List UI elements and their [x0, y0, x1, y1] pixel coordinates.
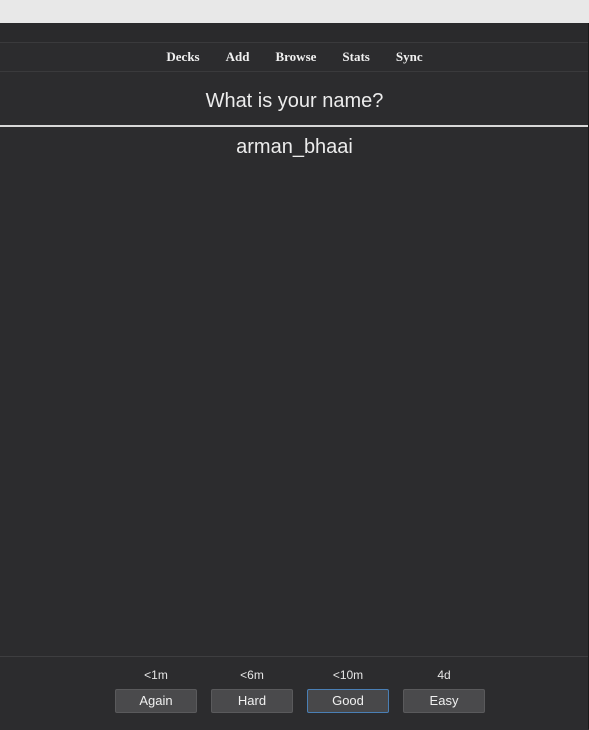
- hard-button[interactable]: Hard: [211, 689, 293, 713]
- again-interval: <1m: [144, 668, 168, 682]
- card-question: What is your name?: [205, 90, 384, 112]
- good-button[interactable]: Good: [307, 689, 389, 713]
- again-button[interactable]: Again: [115, 689, 197, 713]
- toolbar-add-link[interactable]: Add: [226, 49, 250, 65]
- card-answer: arman_bhaai: [236, 136, 353, 158]
- card-view: What is your name? arman_bhaai: [0, 72, 589, 656]
- easy-interval: 4d: [437, 668, 451, 682]
- ease-good: <10m Good: [307, 667, 389, 713]
- hard-interval: <6m: [240, 668, 264, 682]
- ease-again: <1m Again: [115, 667, 197, 713]
- ease-hard: <6m Hard: [211, 667, 293, 713]
- toolbar-stats-link[interactable]: Stats: [342, 49, 369, 65]
- easy-button[interactable]: Easy: [403, 689, 485, 713]
- answer-bar: <1m Again <6m Hard <10m Good 4d Easy: [0, 656, 589, 730]
- toolbar-browse-link[interactable]: Browse: [275, 49, 316, 65]
- toolbar-sync-link[interactable]: Sync: [396, 49, 423, 65]
- answer-divider: [0, 125, 589, 127]
- window-titlebar: [0, 0, 589, 23]
- toolbar-decks-link[interactable]: Decks: [166, 49, 199, 65]
- ease-easy: 4d Easy: [403, 667, 485, 713]
- good-interval: <10m: [332, 668, 364, 682]
- menu-bar: [0, 23, 589, 43]
- top-toolbar: Decks Add Browse Stats Sync: [0, 43, 589, 72]
